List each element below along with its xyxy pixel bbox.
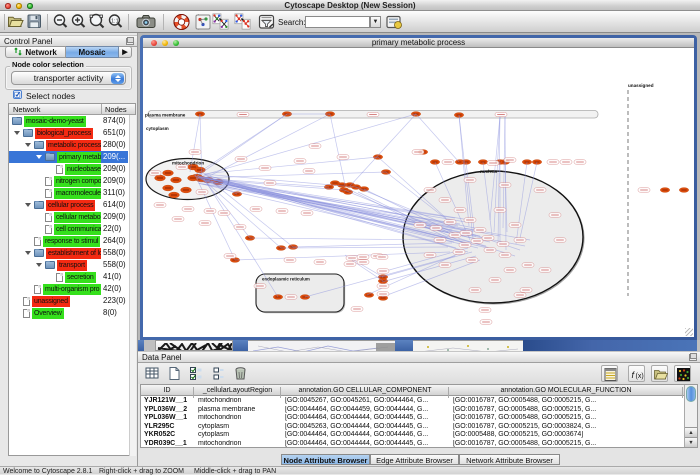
svg-text:nucleus: nucleus <box>480 169 498 174</box>
svg-text:unassigned: unassigned <box>628 83 654 88</box>
svg-text:mitochondrion: mitochondrion <box>172 161 204 166</box>
svg-text:endoplasmic reticulum: endoplasmic reticulum <box>262 277 310 282</box>
svg-text:1:1: 1:1 <box>111 19 119 25</box>
svg-text:plasma membrane: plasma membrane <box>145 113 186 118</box>
svg-text:(x): (x) <box>635 373 643 380</box>
svg-text:cytoplasm: cytoplasm <box>146 126 169 131</box>
